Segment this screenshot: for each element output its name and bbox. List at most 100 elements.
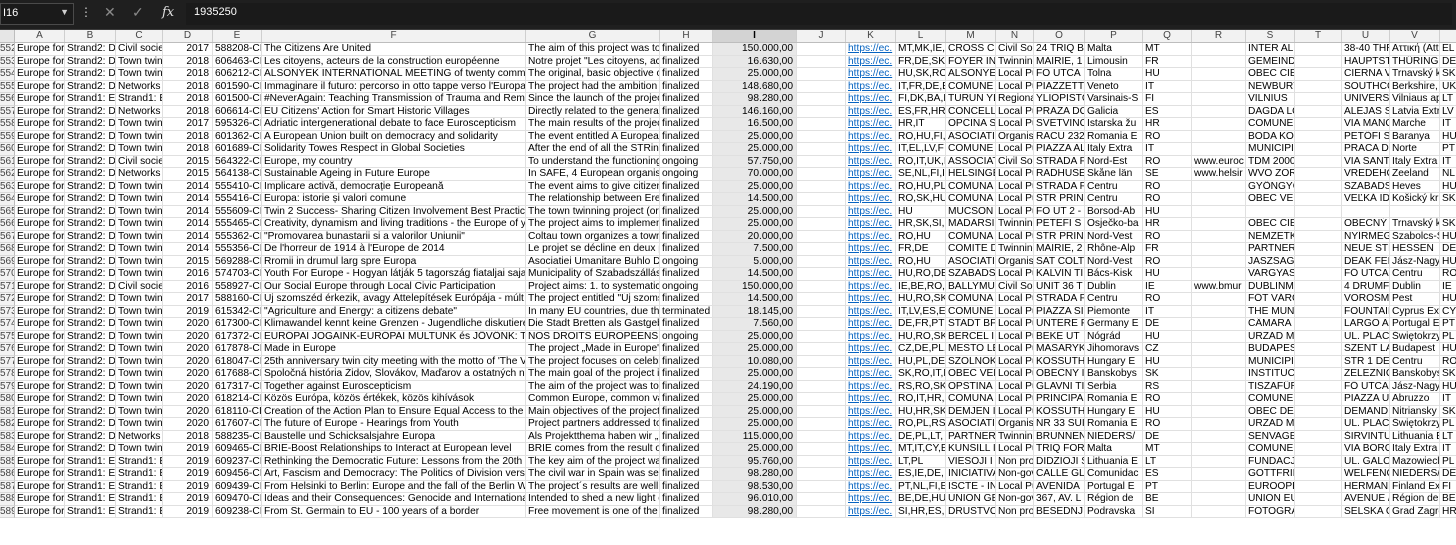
cell[interactable]: Abruzzo [1390,393,1440,406]
cell[interactable]: STRADA F [1034,180,1085,193]
cell[interactable]: PT [1440,318,1456,331]
cell[interactable]: Local Publ [996,205,1034,218]
cell[interactable]: https://ec. [846,268,896,281]
cell[interactable] [1192,343,1246,356]
cell[interactable]: 2017 [163,118,213,131]
cell[interactable]: 25th anniversary twin city meeting with … [262,355,526,368]
cell[interactable]: LT [1143,455,1192,468]
cell[interactable]: Since the launch of the project [526,93,660,106]
cell[interactable]: NR 33 SUI [1034,418,1085,431]
cell[interactable]: RO [1143,193,1192,206]
cell[interactable]: THÜRINGE [1390,55,1440,68]
cell[interactable]: RO,HU,PL [896,180,946,193]
cell[interactable]: Die Stadt Bretten als Gastgeb [526,318,660,331]
column-header-j[interactable]: J [797,30,846,42]
cell[interactable]: https://ec. [846,293,896,306]
cell[interactable]: Local Publ [996,118,1034,131]
cell[interactable] [1192,55,1246,68]
cell[interactable]: GOTTFRIE [1246,468,1295,481]
cell[interactable] [797,505,846,518]
cell[interactable] [1295,343,1342,356]
column-header-e[interactable]: E [213,30,262,42]
cell[interactable]: Portugal E [1390,318,1440,331]
cell[interactable]: HR,SK,SI, [896,218,946,231]
cell[interactable]: UL. PLAC [1342,330,1390,343]
cell[interactable]: Osječko-ba [1085,218,1143,231]
cell[interactable]: ongoing [660,168,713,181]
insert-function-icon[interactable]: fx [162,5,174,20]
cell[interactable]: Civil Socie [996,43,1034,56]
cell[interactable]: 2019 [163,468,213,481]
cell[interactable]: Strand2: D [65,105,116,118]
cell[interactable]: Świętokrzy [1390,330,1440,343]
cell[interactable]: 618047-CI [213,355,262,368]
column-header-u[interactable]: U [1342,30,1390,42]
cell[interactable]: SAT COLT [1034,255,1085,268]
cell[interactable] [1192,80,1246,93]
cell[interactable]: 10.080,00 [713,355,797,368]
cell[interactable]: ES [1143,105,1192,118]
cell[interactable]: https://ec. [846,393,896,406]
row-number[interactable]: 571 [0,280,15,293]
row-number[interactable]: 588 [0,493,15,506]
cell[interactable]: Europe for [15,230,65,243]
cell[interactable] [1295,468,1342,481]
cell[interactable]: Non profit [996,505,1034,518]
cell[interactable]: Uj szomszéd érkezik, avagy Áttelepítések… [262,293,526,306]
cell[interactable]: Le projet se décline en deux p [526,243,660,256]
cell[interactable]: RS [1143,380,1192,393]
cell[interactable]: https://ec. [846,355,896,368]
cell[interactable]: Latvia Extr [1390,105,1440,118]
cell[interactable]: Strand2: D [65,380,116,393]
cell[interactable]: HERMANN [1342,480,1390,493]
cell[interactable]: Strand2: D [65,393,116,406]
cell[interactable]: RO [1440,356,1456,368]
cell[interactable]: finalized [660,55,713,68]
cell[interactable] [1295,180,1342,193]
cell[interactable]: finalized [660,68,713,81]
cell[interactable]: ongoing [660,255,713,268]
cell[interactable]: 618110-CI [213,405,262,418]
cell[interactable]: Jász-Nagy [1390,255,1440,268]
cell[interactable]: Solidarity Towes Respect in Global Socie… [262,143,526,156]
cell[interactable]: MT [1143,43,1192,56]
row-number[interactable]: 584 [0,443,15,456]
cell[interactable] [797,55,846,68]
cell[interactable]: COMUNE [1246,118,1295,131]
cell[interactable]: Europe for [15,80,65,93]
cell[interactable]: 2018 [163,130,213,143]
cell[interactable]: Made in Europe [262,343,526,356]
cell[interactable] [1295,118,1342,131]
cell[interactable]: VILNIUS [1246,93,1295,106]
cell[interactable]: finalized [660,43,713,56]
cell[interactable]: MAIRIE, 1 [1034,55,1085,68]
cell[interactable]: 25.000,00 [713,180,797,193]
cell[interactable]: INTER ALI [1246,43,1295,56]
cell[interactable] [797,105,846,118]
cell[interactable]: Local Publ [996,168,1034,181]
cell[interactable]: Spoločná história Židov, Slovákov, Maďar… [262,368,526,381]
cell[interactable]: finalized [660,480,713,493]
cell[interactable]: Twinning c [996,430,1034,443]
cell[interactable]: Town twin [116,368,163,381]
cell[interactable]: VOROSM/ [1342,293,1390,306]
cell[interactable]: https://ec. [846,243,896,256]
cell[interactable]: Lithuania E [1390,430,1440,443]
cell[interactable]: MT,IT,CY,E [896,443,946,456]
cell[interactable]: Local Publ [996,105,1034,118]
cell[interactable]: Strand2: D [65,305,116,318]
cell[interactable]: 606614-CI [213,105,262,118]
cell[interactable]: Berkshire, [1390,80,1440,93]
cell[interactable]: Közös Európa, közös értékek, közös kihív… [262,393,526,406]
cell[interactable]: Town twin [116,193,163,206]
cell[interactable]: HU [1440,381,1456,393]
cell[interactable]: De l'horreur de 1914 à l'Europe de 2014 [262,243,526,256]
cell[interactable]: Europe for [15,418,65,431]
row-number[interactable]: 566 [0,218,15,231]
row-number[interactable]: 585 [0,455,15,468]
cell[interactable] [797,393,846,406]
cell[interactable]: LARGO AF [1342,318,1390,331]
cell[interactable] [1295,130,1342,143]
cell[interactable] [1295,493,1342,506]
cell[interactable]: Strand2: D [65,130,116,143]
